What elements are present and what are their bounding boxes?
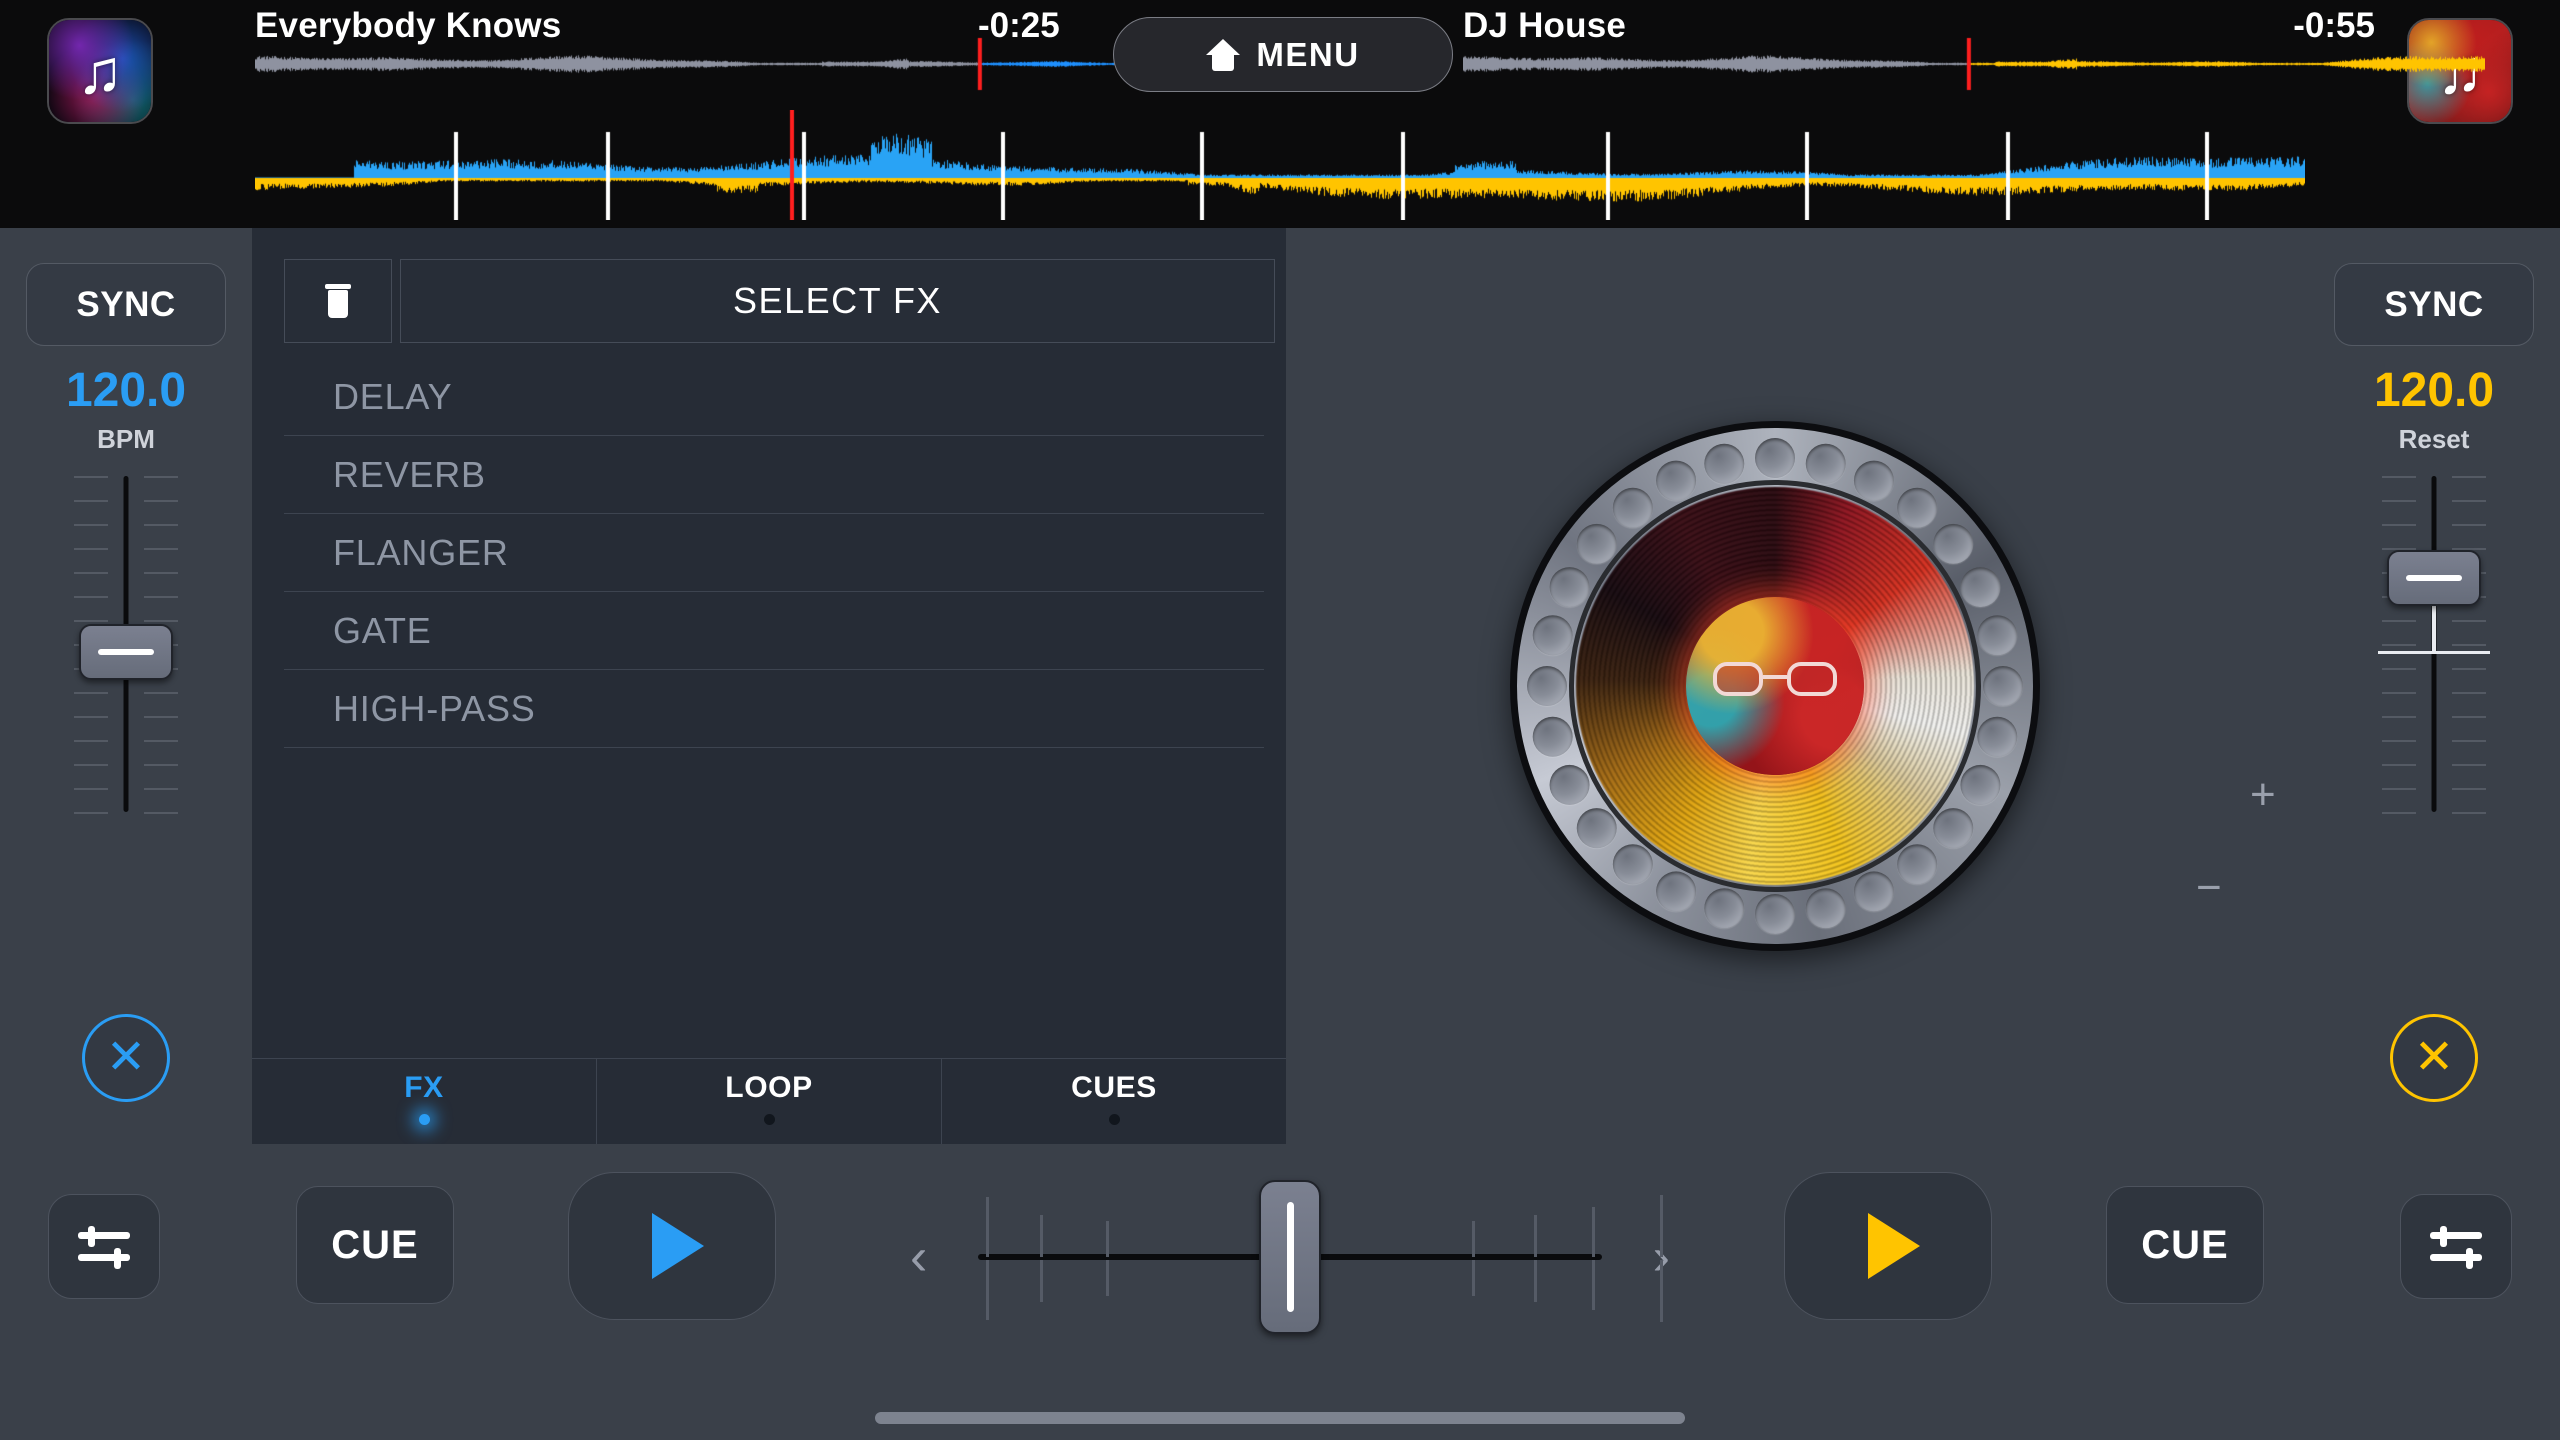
deck-a-bpm-value[interactable]: 120.0 <box>0 363 252 418</box>
deck-b-controls: SYNC 120.0 Reset + − ✕ <box>2308 228 2560 1144</box>
waveform-header: ♫ ♫ Everybody Knows -0:25 DJ House -0:55… <box>0 0 2560 228</box>
fx-panel-header: SELECT FX <box>284 259 1275 343</box>
fx-tab-indicator-dot <box>419 1114 430 1125</box>
deck-a-play-button[interactable] <box>568 1172 776 1320</box>
deck-a-tempo-fader[interactable] <box>66 476 186 812</box>
deck-b-mixer-button[interactable] <box>2400 1194 2512 1299</box>
mixer-sliders-icon <box>2430 1226 2482 1268</box>
fx-list-item[interactable]: GATE <box>284 592 1264 670</box>
fx-effect-list: DELAYREVERBFLANGERGATEHIGH-PASS <box>284 358 1264 748</box>
deck-b-play-button[interactable] <box>1784 1172 1992 1320</box>
deck-b-jog-wheel[interactable] <box>1510 421 2040 951</box>
deck-a-cue-button[interactable]: CUE <box>296 1186 454 1304</box>
deck-a-eject-button[interactable]: ✕ <box>82 1014 170 1102</box>
deck-b-tempo-fader[interactable] <box>2374 476 2494 812</box>
menu-button-label: MENU <box>1256 36 1359 74</box>
fx-clear-button[interactable] <box>284 259 392 343</box>
fx-tab-indicator-dot <box>764 1114 775 1125</box>
mixer-sliders-icon <box>78 1226 130 1268</box>
menu-button[interactable]: MENU <box>1113 17 1453 92</box>
music-note-icon: ♫ <box>77 42 124 104</box>
deck-a-controls: SYNC 120.0 BPM ✕ <box>0 228 252 1144</box>
deck-a-bpm-label: BPM <box>0 424 252 455</box>
fx-tab-cues[interactable]: CUES <box>942 1059 1286 1144</box>
transport-bar: CUE ‹ › CUE <box>0 1144 2560 1440</box>
dj-app-root: ♫ ♫ Everybody Knows -0:25 DJ House -0:55… <box>0 0 2560 1440</box>
deck-b-tempo-minus[interactable]: − <box>2196 866 2222 910</box>
fx-tab-fx[interactable]: FX <box>252 1059 597 1144</box>
crossfader-left-arrow[interactable]: ‹ <box>910 1231 927 1283</box>
fx-list-item[interactable]: REVERB <box>284 436 1264 514</box>
deck-a-artwork[interactable]: ♫ <box>47 18 153 124</box>
fx-tab-label: CUES <box>1071 1071 1157 1105</box>
fx-tab-loop[interactable]: LOOP <box>597 1059 942 1144</box>
fx-tab-label: LOOP <box>725 1071 812 1105</box>
fx-tab-indicator-dot <box>1109 1114 1120 1125</box>
trash-icon <box>325 284 351 318</box>
main-waveform[interactable] <box>255 110 2305 220</box>
deck-b-jog-area <box>1286 228 2308 1144</box>
deck-b-tempo-knob[interactable] <box>2387 550 2481 606</box>
crossfader-knob[interactable] <box>1259 1180 1321 1334</box>
play-icon <box>652 1213 704 1279</box>
deck-a-sync-button[interactable]: SYNC <box>26 263 226 346</box>
deck-a-mixer-button[interactable] <box>48 1194 160 1299</box>
deck-b-tempo-plus[interactable]: + <box>2250 773 2276 817</box>
close-icon: ✕ <box>106 1034 146 1082</box>
deck-b-reset-label[interactable]: Reset <box>2308 424 2560 455</box>
fx-list-item[interactable]: HIGH-PASS <box>284 670 1264 748</box>
deck-b-bpm-value[interactable]: 120.0 <box>2308 363 2560 418</box>
deck-a-tempo-knob[interactable] <box>79 624 173 680</box>
deck-b-sync-button[interactable]: SYNC <box>2334 263 2534 346</box>
fx-panel: SELECT FX DELAYREVERBFLANGERGATEHIGH-PAS… <box>252 228 1286 1144</box>
home-icon <box>1206 39 1240 71</box>
deck-b-overview-waveform[interactable] <box>1463 26 2485 94</box>
fx-tab-label: FX <box>404 1071 444 1105</box>
sunglasses-icon <box>1713 662 1837 696</box>
fx-list-item[interactable]: DELAY <box>284 358 1264 436</box>
crossfader[interactable]: ‹ › <box>900 1172 1680 1342</box>
close-icon: ✕ <box>2414 1034 2454 1082</box>
deck-b-tempo-center-mark <box>2378 651 2490 654</box>
play-icon <box>1868 1213 1920 1279</box>
fx-list-item[interactable]: FLANGER <box>284 514 1264 592</box>
deck-b-cue-button[interactable]: CUE <box>2106 1186 2264 1304</box>
home-indicator <box>875 1412 1685 1424</box>
jog-center-label <box>1686 597 1864 775</box>
deck-b-eject-button[interactable]: ✕ <box>2390 1014 2478 1102</box>
select-fx-button[interactable]: SELECT FX <box>400 259 1275 343</box>
fx-panel-tabs: FX LOOP CUES <box>252 1058 1286 1144</box>
